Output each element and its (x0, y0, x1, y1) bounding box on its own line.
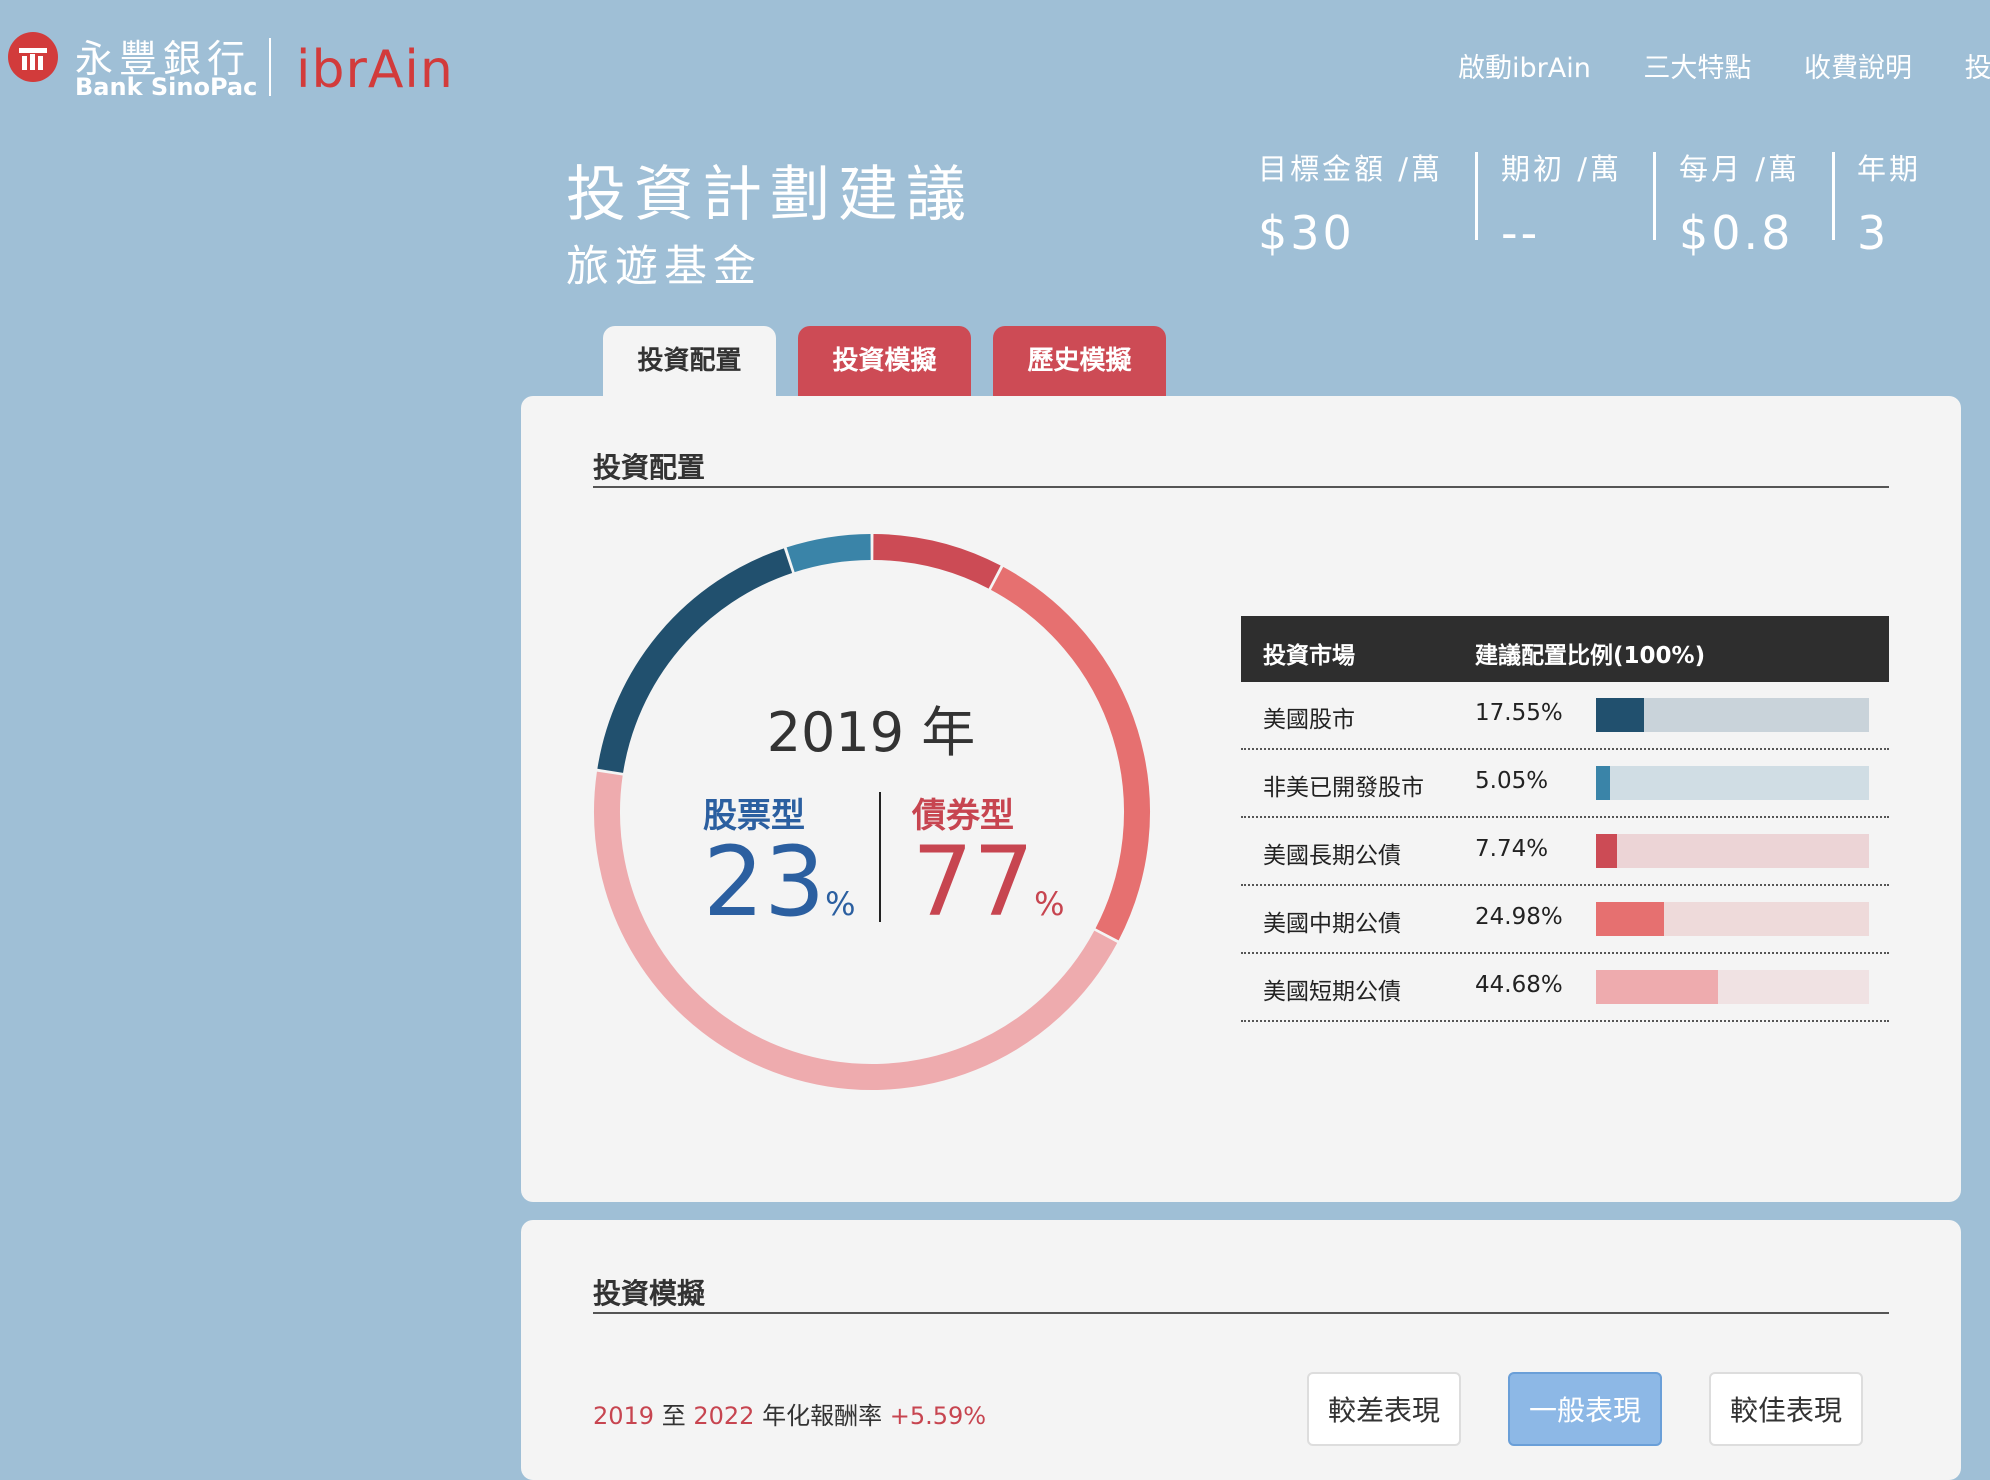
allocation-bar-fill (1596, 766, 1610, 800)
ibrain-logo[interactable]: ibrAin (296, 40, 454, 100)
top-nav: 啟動ibrAin 三大特點 收費說明 投資 (1458, 46, 1990, 85)
donut-segment (873, 534, 1001, 589)
market-name: 美國股市 (1263, 707, 1355, 733)
nav-item-invest[interactable]: 投資 (1965, 53, 1990, 84)
logo-divider (269, 38, 271, 96)
allocation-bar-track (1596, 698, 1869, 732)
simulation-panel: 投資模擬 2019 至 2022 年化報酬率 +5.59% 較差表現 一般表現 … (521, 1220, 1961, 1480)
start-year: 2019 (593, 1402, 655, 1430)
market-name: 美國短期公債 (1263, 979, 1401, 1005)
market-percentage: 5.05% (1475, 768, 1549, 794)
stat-initial-value: -- (1501, 206, 1541, 260)
bank-name-en: Bank SinoPac (75, 73, 258, 101)
market-percentage: 44.68% (1475, 972, 1563, 998)
tab-simulation[interactable]: 投資模擬 (798, 326, 971, 396)
header-market: 投資市場 (1263, 643, 1355, 669)
market-name: 美國中期公債 (1263, 911, 1401, 937)
normal-performance-button[interactable]: 一般表現 (1508, 1372, 1662, 1446)
worse-performance-button[interactable]: 較差表現 (1307, 1372, 1461, 1446)
stat-target: 目標金額 /萬 $30 (1258, 146, 1443, 260)
donut-year-label: 2019 年 (766, 701, 976, 764)
end-year: 2022 (693, 1402, 755, 1430)
allocation-bar-track (1596, 902, 1869, 936)
nav-item-features[interactable]: 三大特點 (1643, 53, 1751, 84)
return-value: +5.59% (889, 1402, 987, 1430)
stock-pct-symbol: % (825, 885, 856, 923)
to-word: 至 (661, 1402, 686, 1430)
stat-years-label: 年期 (1857, 152, 1922, 186)
sinopac-logo-icon[interactable] (8, 32, 58, 82)
stat-divider (1475, 152, 1478, 240)
allocation-bar-fill (1596, 970, 1718, 1004)
allocation-table-header: 投資市場 建議配置比例(100%) (1241, 616, 1889, 682)
better-performance-button[interactable]: 較佳表現 (1709, 1372, 1863, 1446)
brand-part2: Ain (367, 40, 454, 100)
tab-history[interactable]: 歷史模擬 (993, 326, 1166, 396)
market-percentage: 17.55% (1475, 700, 1563, 726)
allocation-row: 非美已開發股市 5.05% (1241, 750, 1889, 818)
header-ratio: 建議配置比例(100%) (1475, 643, 1706, 669)
allocation-row: 美國股市 17.55% (1241, 682, 1889, 750)
donut-segment (786, 534, 871, 573)
return-label: 年化報酬率 (762, 1402, 883, 1430)
stat-monthly: 每月 /萬 $0.8 (1679, 146, 1800, 260)
allocation-bar-fill (1596, 902, 1665, 936)
bond-percentage: 77% (912, 834, 1065, 930)
section-title: 投資配置 (593, 451, 706, 484)
allocation-bar-fill (1596, 834, 1618, 868)
allocation-bar-track (1596, 834, 1869, 868)
market-name: 美國長期公債 (1263, 843, 1401, 869)
nav-item-fees[interactable]: 收費說明 (1804, 53, 1912, 84)
type-divider (879, 792, 881, 922)
annualized-return-text: 2019 至 2022 年化報酬率 +5.59% (593, 1396, 986, 1431)
brand-part1: ibr (296, 40, 368, 100)
allocation-panel: 投資配置 2019 年 股票型 債券型 23% 77% 投資市場 建議配置比例(… (521, 396, 1961, 1202)
section-divider (593, 486, 1889, 488)
stat-monthly-label: 每月 /萬 (1679, 152, 1800, 186)
allocation-bar-track (1596, 766, 1869, 800)
stat-target-value: $30 (1258, 206, 1355, 260)
allocation-row: 美國短期公債 44.68% (1241, 954, 1889, 1022)
stat-initial-label: 期初 /萬 (1501, 152, 1622, 186)
section-title: 投資模擬 (593, 1277, 706, 1310)
section-divider (593, 1312, 1889, 1314)
market-name: 非美已開發股市 (1263, 775, 1424, 801)
stock-pct-value: 23 (703, 826, 826, 938)
market-percentage: 7.74% (1475, 836, 1549, 862)
stat-years: 年期 3 (1857, 146, 1921, 260)
stat-divider (1653, 152, 1656, 240)
page-title: 投資計劃建議 (566, 160, 974, 230)
allocation-bar-fill (1596, 698, 1644, 732)
plan-subtitle: 旅遊基金 (566, 242, 762, 292)
nav-item-start[interactable]: 啟動ibrAin (1458, 53, 1591, 84)
allocation-table: 投資市場 建議配置比例(100%) 美國股市 17.55% 非美已開發股市 5.05%… (1241, 616, 1889, 1022)
tab-allocation[interactable]: 投資配置 (603, 326, 776, 396)
bond-pct-value: 77 (912, 826, 1035, 938)
allocation-bar-track (1596, 970, 1869, 1004)
stat-monthly-value: $0.8 (1679, 206, 1794, 260)
stat-divider (1832, 152, 1835, 240)
bond-pct-symbol: % (1034, 885, 1065, 923)
stat-initial: 期初 /萬 -- (1501, 146, 1622, 260)
allocation-donut-chart (594, 534, 1150, 1090)
stock-percentage: 23% (703, 834, 856, 930)
allocation-row: 美國中期公債 24.98% (1241, 886, 1889, 954)
allocation-row: 美國長期公債 7.74% (1241, 818, 1889, 886)
stat-target-label: 目標金額 /萬 (1258, 152, 1443, 186)
market-percentage: 24.98% (1475, 904, 1563, 930)
stat-years-value: 3 (1857, 206, 1890, 260)
